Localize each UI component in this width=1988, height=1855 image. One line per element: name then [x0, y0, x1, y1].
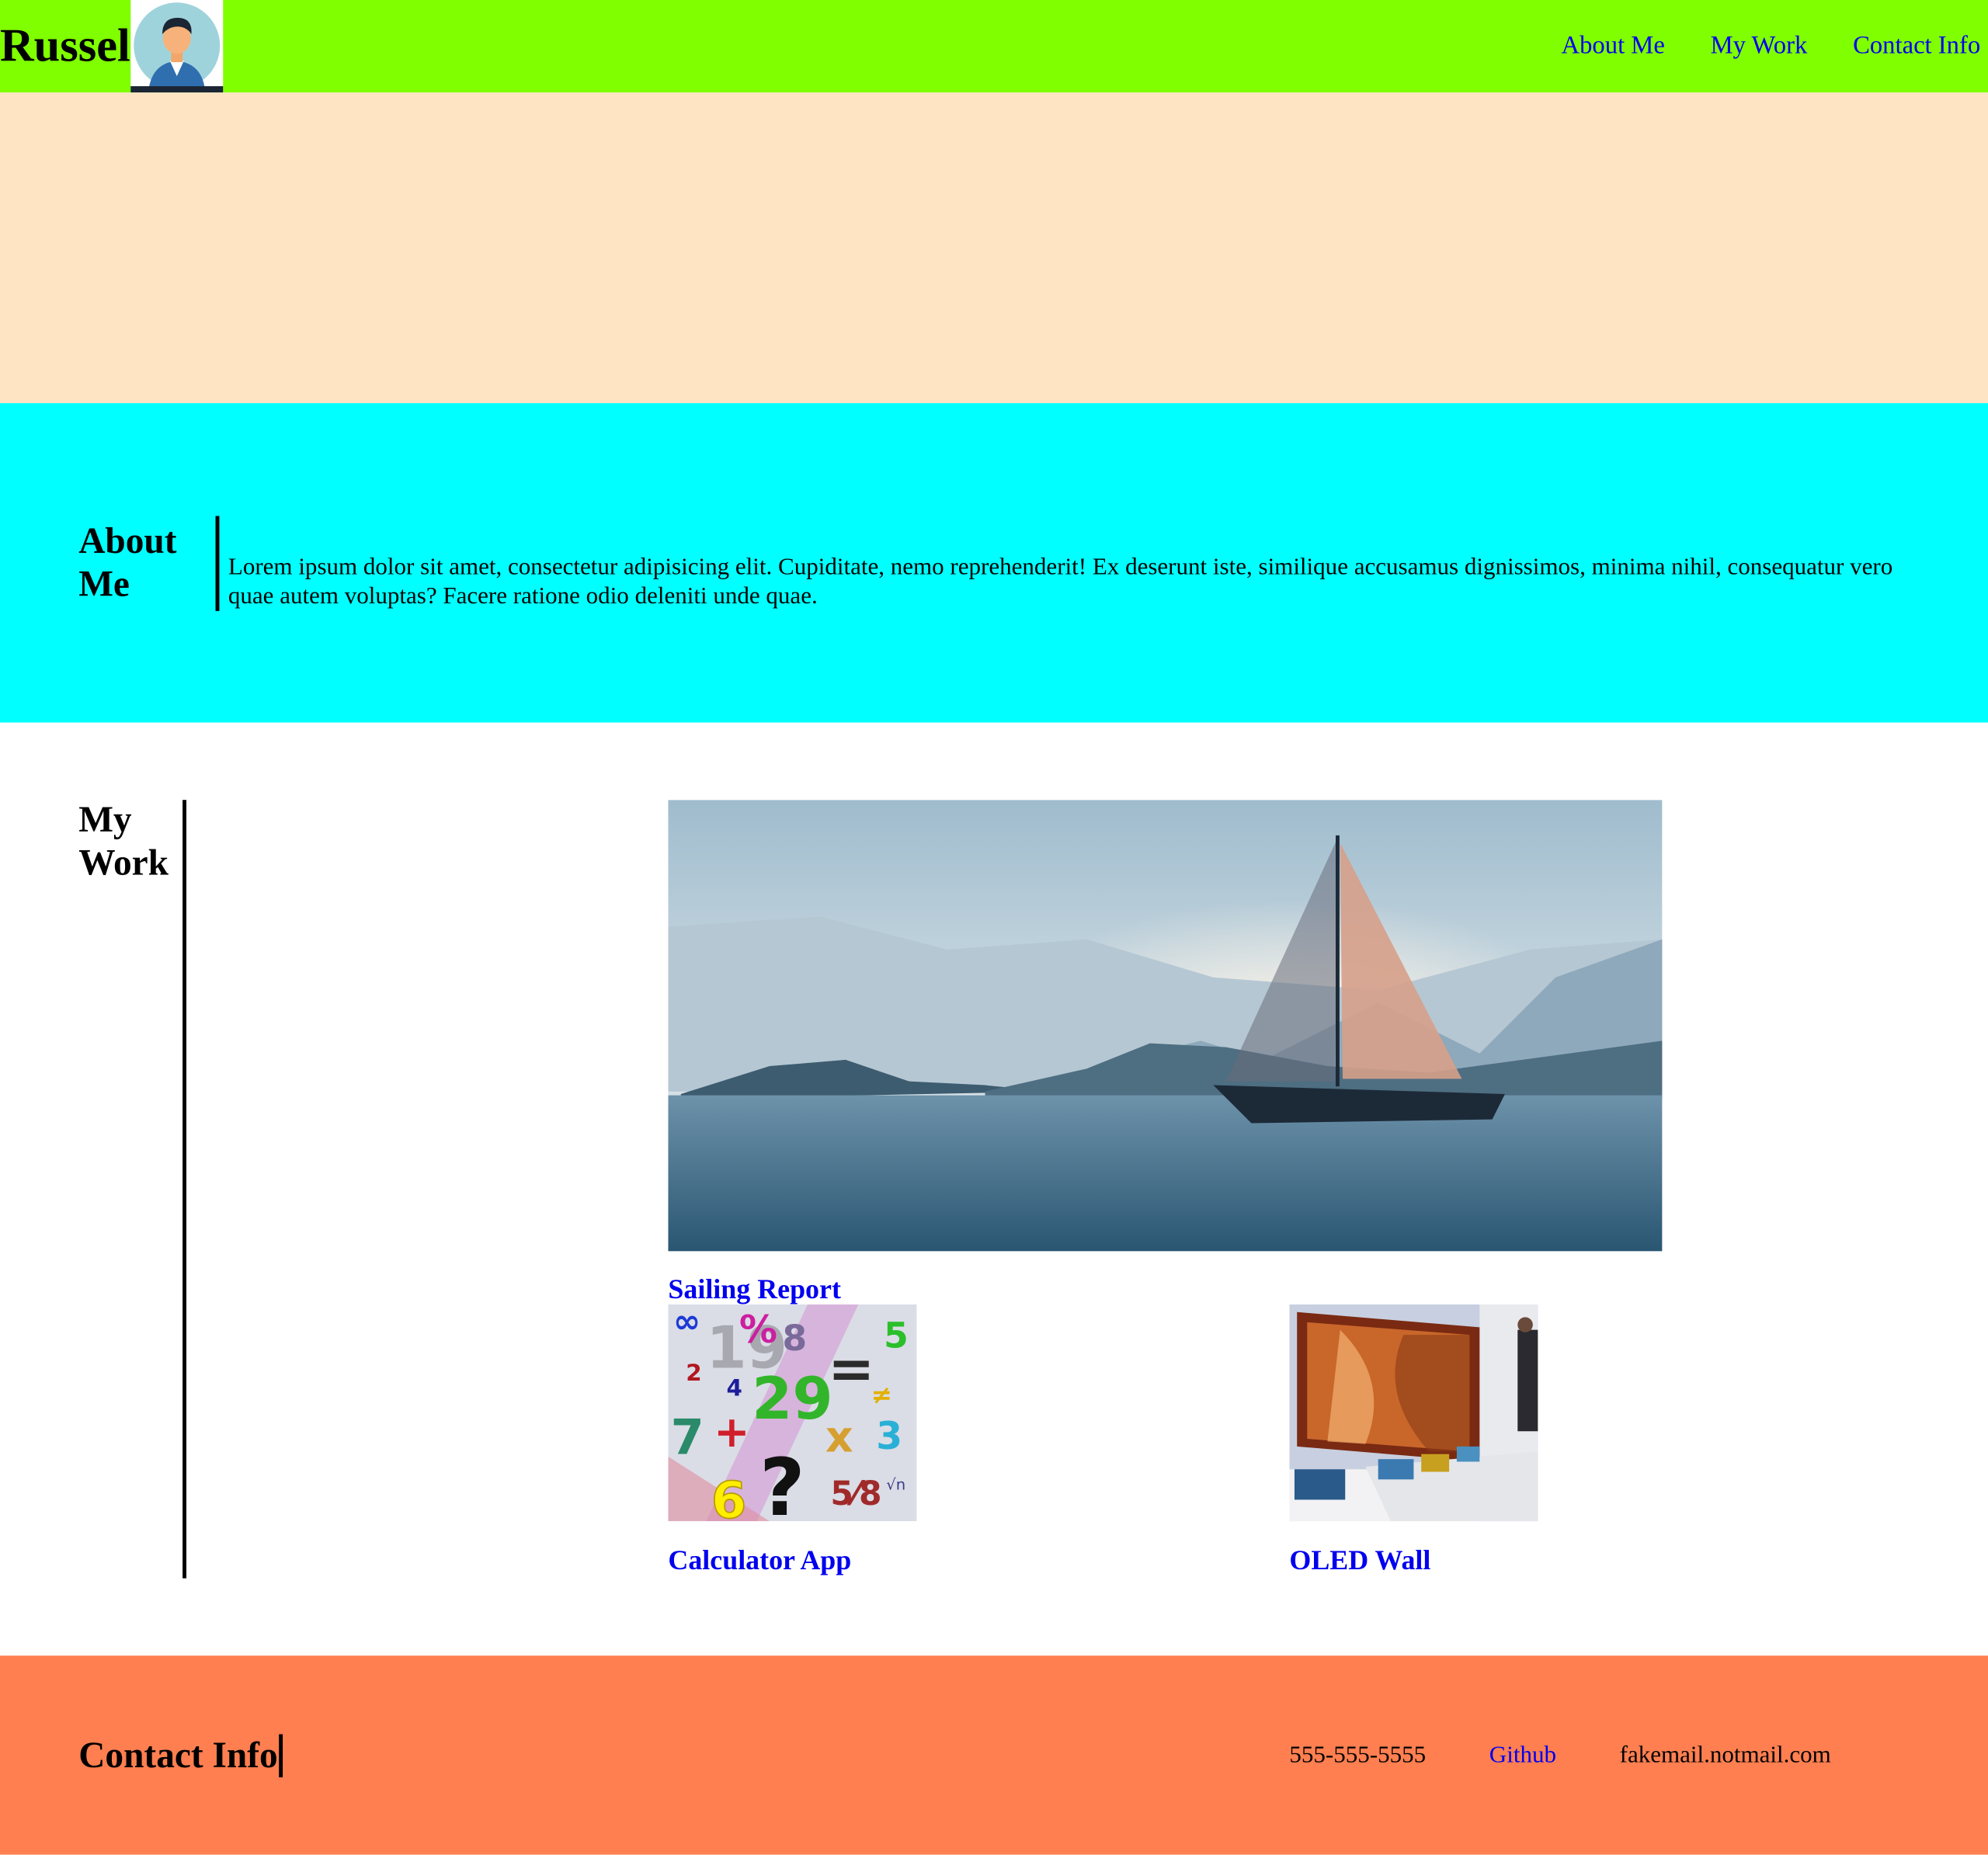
sailing-report-image[interactable] [668, 800, 1663, 1252]
contact-title: Contact Info [78, 1733, 283, 1777]
nav-my-work[interactable]: My Work [1711, 32, 1808, 61]
work-divider [182, 800, 186, 1579]
svg-text:8: 8 [782, 1318, 807, 1359]
work-section: My Work Sailing Report ∞ 19 % 8 5 2 4 29… [0, 722, 1988, 1656]
brand: Russel [0, 0, 224, 93]
svg-text:=: = [828, 1336, 874, 1402]
contact-phone: 555-555-5555 [1289, 1741, 1427, 1768]
about-title: About Me [78, 521, 177, 605]
avatar [130, 0, 224, 93]
work-title: My Work [78, 800, 169, 884]
about-paragraph: Lorem ipsum dolor sit amet, consectetur … [228, 553, 1893, 610]
main-nav: About Me My Work Contact Info [1516, 32, 1988, 61]
svg-text:x: x [825, 1412, 853, 1462]
site-header: Russel About Me My Work Contact Info [0, 0, 1988, 93]
svg-text:29: 29 [752, 1364, 833, 1433]
about-text: Lorem ipsum dolor sit amet, consectetur … [215, 515, 1915, 611]
hero-banner [0, 92, 1988, 404]
contact-section: Contact Info 555-555-5555 Github fakemai… [0, 1655, 1988, 1855]
project-label-calculator-app[interactable]: Calculator App [668, 1544, 851, 1577]
project-label-sailing-report[interactable]: Sailing Report [668, 1273, 841, 1305]
svg-text:3: 3 [876, 1414, 902, 1458]
svg-text:√n: √n [886, 1475, 905, 1493]
svg-text:5: 5 [884, 1315, 909, 1357]
svg-text:≠: ≠ [871, 1380, 892, 1409]
svg-text:7: 7 [671, 1409, 704, 1466]
calculator-app-image[interactable]: ∞ 19 % 8 5 2 4 29 = ≠ 7 + x 3 6 ? 5⁄8 √n [668, 1304, 917, 1522]
svg-text:?: ? [759, 1442, 805, 1521]
svg-text:%: % [739, 1308, 777, 1352]
project-label-oled-wall[interactable]: OLED Wall [1289, 1544, 1430, 1577]
nav-about-me[interactable]: About Me [1562, 32, 1665, 61]
nav-contact-info[interactable]: Contact Info [1853, 32, 1980, 61]
svg-text:5⁄8: 5⁄8 [830, 1475, 881, 1513]
svg-text:6: 6 [711, 1471, 746, 1521]
contact-email: fakemail.notmail.com [1619, 1741, 1831, 1768]
contact-items: 555-555-5555 Github fakemail.notmail.com [1289, 1655, 1894, 1854]
svg-text:2: 2 [686, 1360, 701, 1386]
svg-text:+: + [714, 1407, 750, 1457]
svg-text:∞: ∞ [673, 1304, 700, 1341]
about-section: About Me Lorem ipsum dolor sit amet, con… [0, 403, 1988, 723]
oled-wall-image[interactable] [1289, 1304, 1538, 1522]
brand-name: Russel [0, 20, 130, 73]
svg-text:4: 4 [727, 1375, 742, 1402]
contact-github-link[interactable]: Github [1489, 1741, 1556, 1769]
